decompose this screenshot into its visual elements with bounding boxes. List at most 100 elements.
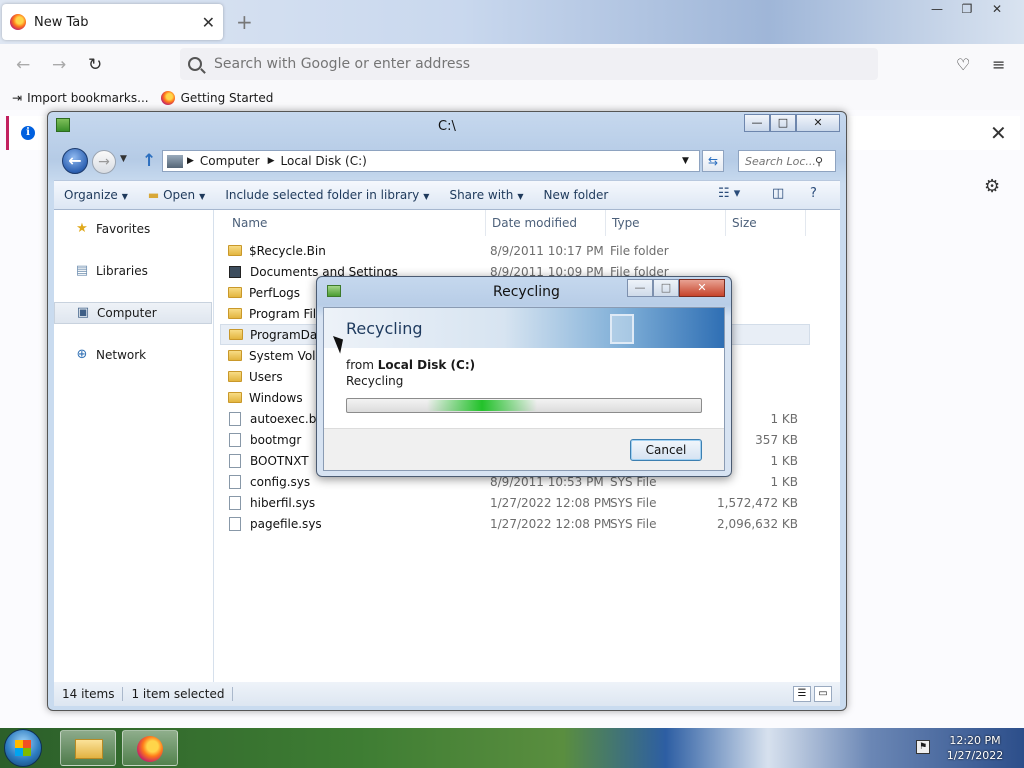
breadcrumb-chevron-icon[interactable]: ▶ <box>187 156 194 166</box>
from-prefix: from <box>346 358 374 372</box>
organize-button[interactable]: Organize ▼ <box>54 188 138 202</box>
dialog-maximize-button[interactable]: □ <box>653 279 679 297</box>
file-date: 1/27/2022 12:08 PM <box>490 516 612 531</box>
star-icon: ★ <box>76 221 88 236</box>
menu-hamburger-icon[interactable]: ≡ <box>992 55 1005 74</box>
firefox-icon <box>160 91 175 105</box>
url-bar[interactable] <box>180 48 878 80</box>
restore-button[interactable]: ❐ <box>952 0 982 18</box>
firefox-icon <box>10 14 26 30</box>
nav-label: Network <box>96 348 147 362</box>
breadcrumb-local-disk[interactable]: Local Disk (C:) <box>281 154 367 168</box>
reload-icon[interactable]: ↻ <box>88 55 102 75</box>
maximize-button[interactable]: □ <box>770 114 796 132</box>
share-label: Share with <box>449 188 514 202</box>
up-arrow-icon[interactable]: ↑ <box>142 151 156 171</box>
table-row[interactable]: hiberfil.sys 1/27/2022 12:08 PM SYS File 1,… <box>220 492 810 513</box>
file-name: Users <box>249 369 283 384</box>
pocket-icon[interactable]: ♡ <box>956 55 970 74</box>
dialog-minimize-button[interactable]: — <box>627 279 653 297</box>
browser-tab-strip: New Tab ✕ + — ❐ ✕ <box>0 0 1024 44</box>
bookmark-getting-started[interactable]: Getting Started <box>160 91 274 105</box>
system-clock[interactable]: 12:20 PM 1/27/2022 <box>940 733 1010 763</box>
thumbnail-view-icon[interactable]: ▭ <box>814 686 832 702</box>
view-options-icon[interactable]: ☷ ▾ <box>718 186 740 201</box>
dialog-title: Recycling <box>493 284 560 300</box>
file-name: $Recycle.Bin <box>249 243 326 258</box>
forward-button[interactable]: → <box>92 150 116 174</box>
nav-label: Favorites <box>96 222 151 236</box>
progress-glow <box>427 400 537 411</box>
bookmark-label: Getting Started <box>180 91 274 105</box>
tab-title: New Tab <box>34 14 89 30</box>
include-in-library-button[interactable]: Include selected folder in library ▼ <box>215 188 439 202</box>
chevron-down-icon: ▼ <box>423 192 430 201</box>
column-header-size[interactable]: Size <box>726 210 806 236</box>
chevron-down-icon: ▼ <box>517 192 524 201</box>
file-name: Windows <box>249 390 303 405</box>
help-icon[interactable]: ? <box>810 186 817 201</box>
file-size: 2,096,632 KB <box>717 516 798 531</box>
bookmark-import[interactable]: ⇥ Import bookmarks... <box>12 91 149 105</box>
library-icon: ▤ <box>75 263 89 278</box>
column-header-name[interactable]: Name <box>226 210 486 236</box>
file-icon <box>229 516 241 531</box>
url-input[interactable] <box>214 56 814 72</box>
address-row: ← → ▼ ↑ ▶ Computer ▶ Local Disk (C:) ▼ ⇆… <box>48 142 846 176</box>
cancel-button[interactable]: Cancel <box>630 439 702 461</box>
gear-icon[interactable]: ⚙ <box>984 176 1000 197</box>
folder-icon <box>75 739 103 759</box>
forward-arrow-icon[interactable]: → <box>52 55 66 75</box>
file-name: PerfLogs <box>249 285 301 300</box>
table-row[interactable]: $Recycle.Bin 8/9/2011 10:17 PM File folder <box>220 240 810 261</box>
new-tab-button[interactable]: + <box>236 10 253 34</box>
preview-pane-icon[interactable]: ◫ <box>772 186 784 201</box>
details-view-icon[interactable]: ☰ <box>793 686 811 702</box>
new-folder-button[interactable]: New folder <box>534 188 619 202</box>
computer-icon: ▣ <box>76 305 90 320</box>
open-button[interactable]: ▬ Open ▼ <box>138 188 215 202</box>
column-header-date[interactable]: Date modified <box>486 210 606 236</box>
notification-close-icon[interactable]: ✕ <box>990 121 1007 145</box>
browser-tab-new-tab[interactable]: New Tab ✕ <box>2 4 223 40</box>
action-center-flag-icon[interactable]: ⚑ <box>916 740 930 754</box>
close-window-button[interactable]: ✕ <box>982 0 1012 18</box>
taskbar-explorer-button[interactable] <box>60 730 116 766</box>
folder-icon <box>229 329 243 340</box>
start-button[interactable] <box>4 729 42 767</box>
minimize-button[interactable]: — <box>922 0 952 18</box>
address-dropdown-icon[interactable]: ▼ <box>682 156 689 166</box>
open-label: Open <box>163 188 196 202</box>
back-arrow-icon[interactable]: ← <box>16 55 30 75</box>
explorer-app-icon <box>56 118 70 132</box>
nav-item-computer[interactable]: ▣ Computer <box>54 302 212 324</box>
folder-icon <box>228 392 242 403</box>
dialog-footer: Cancel <box>324 428 724 470</box>
share-with-button[interactable]: Share with ▼ <box>439 188 533 202</box>
selection-count: 1 item selected <box>123 687 234 701</box>
dialog-close-button[interactable]: ✕ <box>679 279 725 297</box>
explorer-title-bar[interactable]: C:\ — □ ✕ <box>48 112 846 140</box>
taskbar-firefox-button[interactable] <box>122 730 178 766</box>
breadcrumb-computer[interactable]: Computer <box>200 154 260 168</box>
column-header-type[interactable]: Type <box>606 210 726 236</box>
refresh-icon[interactable]: ⇆ <box>702 150 724 172</box>
table-row[interactable]: pagefile.sys 1/27/2022 12:08 PM SYS File 2,… <box>220 513 810 534</box>
back-button[interactable]: ← <box>62 148 88 174</box>
nav-item-network[interactable]: ⊕ Network <box>54 344 212 366</box>
breadcrumb-chevron-icon[interactable]: ▶ <box>268 156 275 166</box>
close-button[interactable]: ✕ <box>796 114 840 132</box>
search-input[interactable] <box>745 154 815 168</box>
file-date: 1/27/2022 12:08 PM <box>490 495 612 510</box>
source-line: from Local Disk (C:) <box>346 358 475 372</box>
network-icon: ⊕ <box>76 347 88 362</box>
tab-close-icon[interactable]: ✕ <box>202 13 215 32</box>
file-date: 8/9/2011 10:17 PM <box>490 243 604 258</box>
search-box[interactable]: ⚲ <box>738 150 836 172</box>
nav-item-libraries[interactable]: ▤ Libraries <box>54 260 212 282</box>
search-icon: ⚲ <box>815 154 824 168</box>
history-dropdown-icon[interactable]: ▼ <box>120 154 127 164</box>
address-bar[interactable]: ▶ Computer ▶ Local Disk (C:) <box>162 150 700 172</box>
nav-item-favorites[interactable]: ★ Favorites <box>54 218 212 240</box>
minimize-button[interactable]: — <box>744 114 770 132</box>
